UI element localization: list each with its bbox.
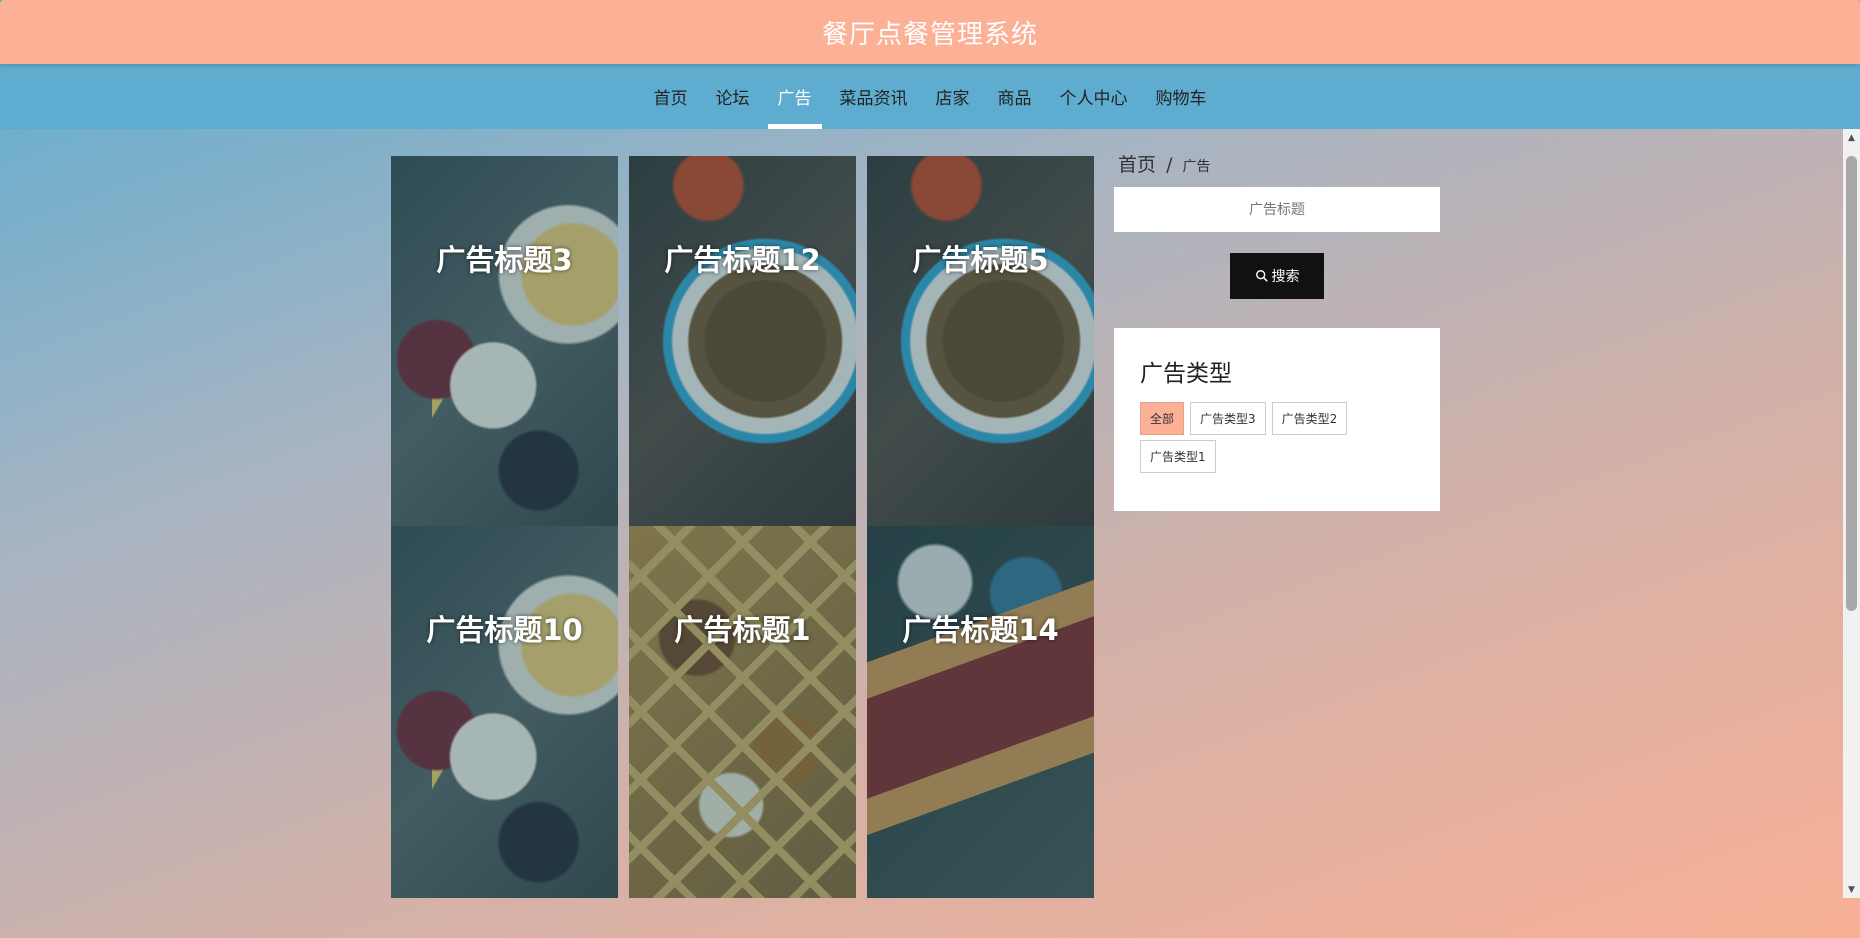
page-scrollbar[interactable]: ▲ ▼ (1843, 129, 1860, 898)
ad-card[interactable]: 广告标题3 (391, 156, 618, 526)
search-button[interactable]: 搜索 (1230, 253, 1324, 299)
ad-grid: 广告标题3 广告标题12 广告标题5 广告标题10 广告标题1 广告标题14 (391, 156, 1094, 898)
search-icon (1255, 270, 1268, 282)
ad-card-title: 广告标题1 (674, 613, 811, 647)
ad-card-title: 广告标题14 (902, 613, 1059, 647)
breadcrumb: 首页 / 广告 (1118, 150, 1211, 177)
nav-item-dish-news[interactable]: 菜品资讯 (826, 64, 922, 129)
ad-type-panel: 广告类型 全部 广告类型3 广告类型2 广告类型1 (1114, 328, 1440, 511)
app-title: 餐厅点餐管理系统 (821, 19, 1038, 50)
main-nav: 首页 论坛 广告 菜品资讯 店家 商品 个人中心 购物车 (0, 64, 1860, 129)
ad-card[interactable]: 广告标题12 (629, 156, 856, 526)
scrollbar-thumb[interactable] (1846, 156, 1857, 611)
search-button-label: 搜索 (1271, 269, 1300, 285)
ad-card-title: 广告标题3 (436, 243, 573, 277)
nav-item-forum[interactable]: 论坛 (702, 64, 764, 129)
app-header: 餐厅点餐管理系统 (0, 0, 1860, 64)
ad-type-tag-all[interactable]: 全部 (1140, 402, 1185, 435)
nav-item-shops[interactable]: 店家 (922, 64, 984, 129)
nav-item-products[interactable]: 商品 (984, 64, 1046, 129)
ad-card-title: 广告标题12 (664, 243, 821, 277)
search-input[interactable] (1114, 187, 1440, 232)
breadcrumb-home[interactable]: 首页 (1118, 154, 1156, 176)
nav-item-home[interactable]: 首页 (640, 64, 702, 129)
ad-card[interactable]: 广告标题14 (867, 526, 1094, 898)
nav-item-ads[interactable]: 广告 (764, 64, 826, 129)
ad-card[interactable]: 广告标题10 (391, 526, 618, 898)
ad-card-title: 广告标题5 (912, 243, 1049, 277)
ad-type-tag[interactable]: 广告类型1 (1140, 440, 1216, 473)
ad-type-title: 广告类型 (1140, 361, 1232, 387)
breadcrumb-current: 广告 (1182, 159, 1211, 175)
ad-type-tags: 全部 广告类型3 广告类型2 广告类型1 (1140, 402, 1380, 473)
scroll-up-arrow-icon[interactable]: ▲ (1843, 129, 1860, 146)
ad-card[interactable]: 广告标题1 (629, 526, 856, 898)
ad-card[interactable]: 广告标题5 (867, 156, 1094, 526)
ad-type-tag[interactable]: 广告类型2 (1271, 402, 1348, 435)
nav-item-profile[interactable]: 个人中心 (1046, 64, 1142, 129)
scroll-down-arrow-icon[interactable]: ▼ (1843, 881, 1860, 898)
nav-item-cart[interactable]: 购物车 (1142, 64, 1221, 129)
ad-card-title: 广告标题10 (426, 613, 583, 647)
breadcrumb-separator: / (1166, 154, 1173, 176)
ad-type-tag[interactable]: 广告类型3 (1190, 402, 1266, 435)
